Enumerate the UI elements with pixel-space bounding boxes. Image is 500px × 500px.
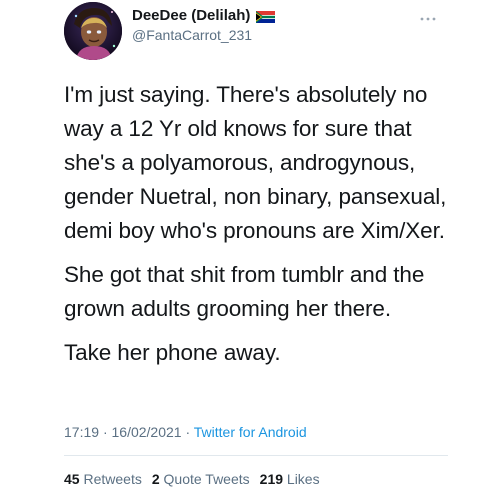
- retweets-count: 45: [64, 471, 80, 487]
- more-options-icon[interactable]: [416, 12, 440, 26]
- display-name-row: DeeDee (Delilah): [132, 7, 276, 24]
- tweet-date[interactable]: 16/02/2021: [112, 424, 182, 440]
- tweet-source[interactable]: Twitter for Android: [194, 424, 307, 440]
- avatar-icon: [64, 2, 122, 60]
- quote-tweets-stat[interactable]: 2 Quote Tweets: [152, 471, 250, 487]
- meta-separator: ·: [185, 424, 191, 440]
- likes-count: 219: [259, 471, 284, 487]
- retweets-stat[interactable]: 45 Retweets: [64, 471, 142, 487]
- display-name[interactable]: DeeDee (Delilah): [132, 7, 250, 24]
- likes-label: Likes: [286, 471, 320, 487]
- tweet-paragraph: I'm just saying. There's absolutely no w…: [64, 82, 447, 243]
- quote-tweets-label: Quote Tweets: [163, 471, 250, 487]
- likes-stat[interactable]: 219 Likes: [260, 471, 320, 487]
- tweet-paragraph: Take her phone away.: [64, 340, 281, 365]
- tweet-metadata: 17:19 · 16/02/2021 · Twitter for Android: [64, 424, 307, 440]
- tweet-text: I'm just saying. There's absolutely no w…: [64, 78, 448, 380]
- user-handle[interactable]: @FantaCarrot_231: [132, 27, 275, 43]
- tweet-time[interactable]: 17:19: [64, 424, 99, 440]
- avatar[interactable]: [64, 2, 122, 60]
- tweet-header: DeeDee (Delilah) @FantaCarrot_231: [64, 2, 444, 60]
- quote-tweets-count: 2: [151, 471, 160, 487]
- divider: [64, 455, 448, 456]
- tweet-stats: 45 Retweets 2 Quote Tweets 219 Likes: [64, 471, 320, 487]
- tweet-paragraph: She got that shit from tumblr and the gr…: [64, 262, 425, 321]
- page: DeeDee (Delilah) @FantaCarrot_231 I'm ju…: [0, 0, 500, 500]
- meta-separator: ·: [102, 424, 108, 440]
- retweets-label: Retweets: [83, 471, 142, 487]
- author-names: DeeDee (Delilah) @FantaCarrot_231: [132, 7, 276, 43]
- tweet-card: DeeDee (Delilah) @FantaCarrot_231 I'm ju…: [52, 0, 448, 500]
- south-africa-flag-icon: [256, 10, 276, 23]
